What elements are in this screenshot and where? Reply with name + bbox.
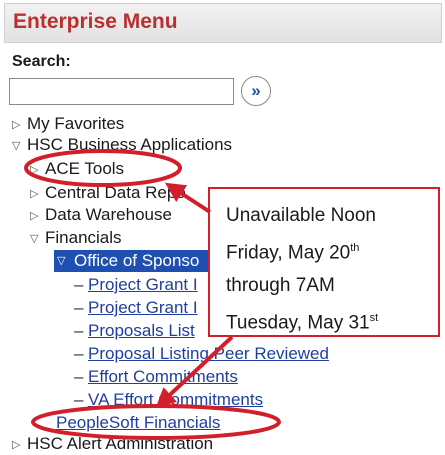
callout-line-2: Friday, May 20th	[226, 242, 360, 264]
unavailability-callout: Unavailable Noon Friday, May 20th throug…	[208, 187, 440, 337]
tree-item-my-favorites[interactable]: ▷ My Favorites	[12, 114, 124, 135]
expand-arrow-icon[interactable]: ▷	[30, 206, 42, 226]
collapse-arrow-icon[interactable]: ▽	[30, 229, 42, 249]
search-go-button[interactable]: »	[241, 76, 271, 106]
callout-line-1: Unavailable Noon	[226, 205, 376, 226]
link-label[interactable]: Project Grant I	[88, 275, 198, 294]
link-label[interactable]: Effort Commitments	[88, 367, 238, 386]
enterprise-menu-header: Enterprise Menu	[4, 3, 442, 43]
tree-item-hsc-alert-administration[interactable]: ▷ HSC Alert Administration	[12, 434, 213, 455]
tree-item-label: Central Data Repo	[45, 183, 186, 202]
link-label[interactable]: Proposal Listing Peer Reviewed	[88, 344, 329, 363]
callout-line-3: through 7AM	[226, 275, 335, 297]
link-label[interactable]: Project Grant I	[88, 298, 198, 317]
tree-item-financials[interactable]: ▽ Financials	[30, 228, 122, 249]
tree-item-effort-commitments[interactable]: – Effort Commitments	[74, 367, 238, 387]
expand-arrow-icon[interactable]: ▷	[30, 160, 42, 180]
link-label[interactable]: Proposals List	[88, 321, 195, 340]
link-label[interactable]: VA Effort Commitments	[88, 390, 263, 409]
tree-item-label: ACE Tools	[45, 159, 125, 178]
tree-item-project-grant-1[interactable]: – Project Grant I	[74, 275, 198, 295]
tree-item-hsc-business-applications[interactable]: ▽ HSC Business Applications	[12, 135, 232, 156]
expand-arrow-icon[interactable]: ▷	[12, 435, 24, 455]
collapse-arrow-icon[interactable]: ▽	[57, 254, 69, 267]
callout-line-4: Tuesday, May 31st	[226, 312, 379, 334]
tree-item-project-grant-2[interactable]: – Project Grant I	[74, 298, 198, 318]
search-label: Search:	[12, 53, 71, 70]
tree-item-central-data-reports[interactable]: ▷ Central Data Repo	[30, 183, 186, 204]
search-input[interactable]	[9, 78, 234, 105]
tree-item-proposal-listing-peer-reviewed[interactable]: – Proposal Listing Peer Reviewed	[74, 344, 329, 364]
tree-item-proposals-list[interactable]: – Proposals List	[74, 321, 195, 341]
tree-item-label: HSC Alert Administration	[27, 434, 214, 453]
expand-arrow-icon[interactable]: ▷	[30, 184, 42, 204]
tree-item-label: My Favorites	[27, 114, 125, 133]
tree-item-label: HSC Business Applications	[27, 135, 233, 154]
enterprise-menu-title: Enterprise Menu	[13, 10, 178, 33]
tree-item-data-warehouse[interactable]: ▷ Data Warehouse	[30, 205, 172, 226]
tree-item-label: Financials	[45, 228, 122, 247]
link-label[interactable]: PeopleSoft Financials	[56, 413, 220, 432]
collapse-arrow-icon[interactable]: ▽	[12, 136, 24, 156]
tree-item-label: Data Warehouse	[45, 205, 172, 224]
tree-item-ace-tools[interactable]: ▷ ACE Tools	[30, 159, 124, 180]
tree-item-peoplesoft-financials[interactable]: PeopleSoft Financials	[56, 413, 220, 433]
expand-arrow-icon[interactable]: ▷	[12, 115, 24, 135]
tree-item-va-effort-commitments[interactable]: – VA Effort Commitments	[74, 390, 263, 410]
tree-item-office-of-sponsored[interactable]: Office of Sponso	[74, 251, 210, 271]
